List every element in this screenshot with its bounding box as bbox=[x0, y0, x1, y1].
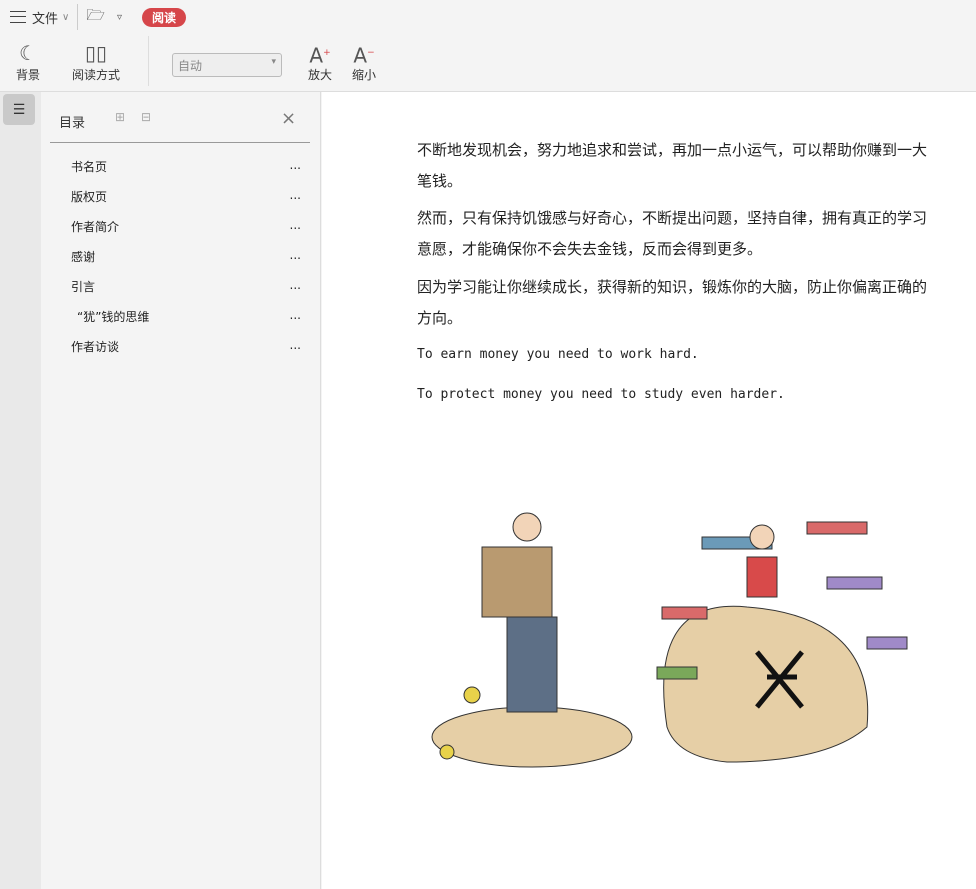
auto-select[interactable]: 自动 bbox=[172, 53, 282, 77]
toc-title: 目录 bbox=[59, 116, 86, 131]
toc-item[interactable]: “犹”钱的思维... bbox=[71, 308, 301, 328]
more-icon[interactable]: ... bbox=[290, 158, 301, 178]
tab-read[interactable]: 阅读 bbox=[141, 7, 186, 27]
toc-item[interactable]: 书名页... bbox=[71, 158, 301, 178]
toc-item-label: “犹”钱的思维 bbox=[77, 310, 150, 324]
toc-item-label: 感谢 bbox=[71, 250, 96, 264]
paragraph: 因为学习能让你继续成长，获得新的知识，锻炼你的大脑，防止你偏离正确的方向。 bbox=[417, 278, 928, 327]
reading-page: 不断地发现机会，努力地追求和尝试，再加一点小运气，可以帮助你赚到一大笔钱。 然而… bbox=[322, 92, 976, 889]
illustration bbox=[431, 512, 908, 768]
toc-toggle-button[interactable]: ☰ bbox=[3, 94, 35, 125]
toc-item-label: 作者简介 bbox=[71, 220, 120, 234]
zoom-out-button[interactable]: A− 缩小 bbox=[352, 40, 376, 83]
zoom-in-button[interactable]: A+ 放大 bbox=[308, 40, 332, 83]
more-icon[interactable]: ... bbox=[290, 188, 301, 208]
toc-item-label: 书名页 bbox=[71, 160, 108, 174]
dropdown-icon[interactable]: ▿ bbox=[117, 12, 122, 23]
divider bbox=[50, 142, 310, 143]
background-label: 背景 bbox=[16, 68, 41, 82]
side-rail: ☰ bbox=[0, 92, 41, 889]
toc-item[interactable]: 感谢... bbox=[71, 248, 301, 268]
divider bbox=[148, 36, 149, 86]
more-icon[interactable]: ... bbox=[290, 248, 301, 268]
expand-all-icon[interactable]: ⊞ bbox=[115, 110, 125, 124]
divider bbox=[77, 4, 79, 30]
chevron-down-icon[interactable]: ∨ bbox=[62, 12, 69, 23]
font-increase-icon: A+ bbox=[309, 43, 331, 68]
more-icon[interactable]: ... bbox=[290, 218, 301, 238]
close-icon[interactable]: × bbox=[281, 108, 296, 129]
folder-icon[interactable]: 🗁 bbox=[86, 5, 105, 30]
menu-icon[interactable] bbox=[10, 11, 26, 23]
paragraph: To earn money you need to work hard. bbox=[417, 347, 699, 362]
read-mode-button[interactable]: ▯▯ 阅读方式 bbox=[72, 40, 120, 83]
zoom-out-label: 缩小 bbox=[352, 68, 377, 82]
paragraph: 不断地发现机会，努力地追求和尝试，再加一点小运气，可以帮助你赚到一大笔钱。 bbox=[417, 141, 928, 190]
zoom-in-label: 放大 bbox=[308, 68, 333, 82]
background-button[interactable]: ☾ 背景 bbox=[16, 40, 40, 83]
toc-item-label: 作者访谈 bbox=[71, 340, 120, 354]
paragraph: To protect money you need to study even … bbox=[417, 387, 785, 402]
read-mode-label: 阅读方式 bbox=[72, 68, 121, 82]
font-decrease-icon: A− bbox=[353, 43, 375, 68]
more-icon[interactable]: ... bbox=[290, 278, 301, 298]
toc-item[interactable]: 版权页... bbox=[71, 188, 301, 208]
list-icon: ☰ bbox=[12, 101, 26, 118]
file-menu[interactable]: 文件 bbox=[32, 8, 58, 27]
moon-icon: ☾ bbox=[19, 41, 37, 65]
toolbar: 文件 ∨ 🗁 ▿ 阅读 ☾ 背景 ▯▯ 阅读方式 自动 A+ 放大 A− 缩小 bbox=[0, 0, 976, 92]
more-icon[interactable]: ... bbox=[290, 338, 301, 358]
toc-item[interactable]: 引言... bbox=[71, 278, 301, 298]
book-icon: ▯▯ bbox=[85, 41, 108, 65]
paragraph: 然而，只有保持饥饿感与好奇心，不断提出问题，坚持自律，拥有真正的学习意愿，才能确… bbox=[417, 209, 928, 258]
collapse-all-icon[interactable]: ⊟ bbox=[141, 110, 151, 124]
toc-item-label: 版权页 bbox=[71, 190, 108, 204]
more-icon[interactable]: ... bbox=[290, 308, 301, 328]
toc-item-label: 引言 bbox=[71, 280, 96, 294]
toc-item[interactable]: 作者访谈... bbox=[71, 338, 301, 358]
toc-panel: 目录 ⊞ ⊟ × 书名页... 版权页... 作者简介... 感谢... 引言... “犹… bbox=[41, 92, 321, 889]
toc-item[interactable]: 作者简介... bbox=[71, 218, 301, 238]
